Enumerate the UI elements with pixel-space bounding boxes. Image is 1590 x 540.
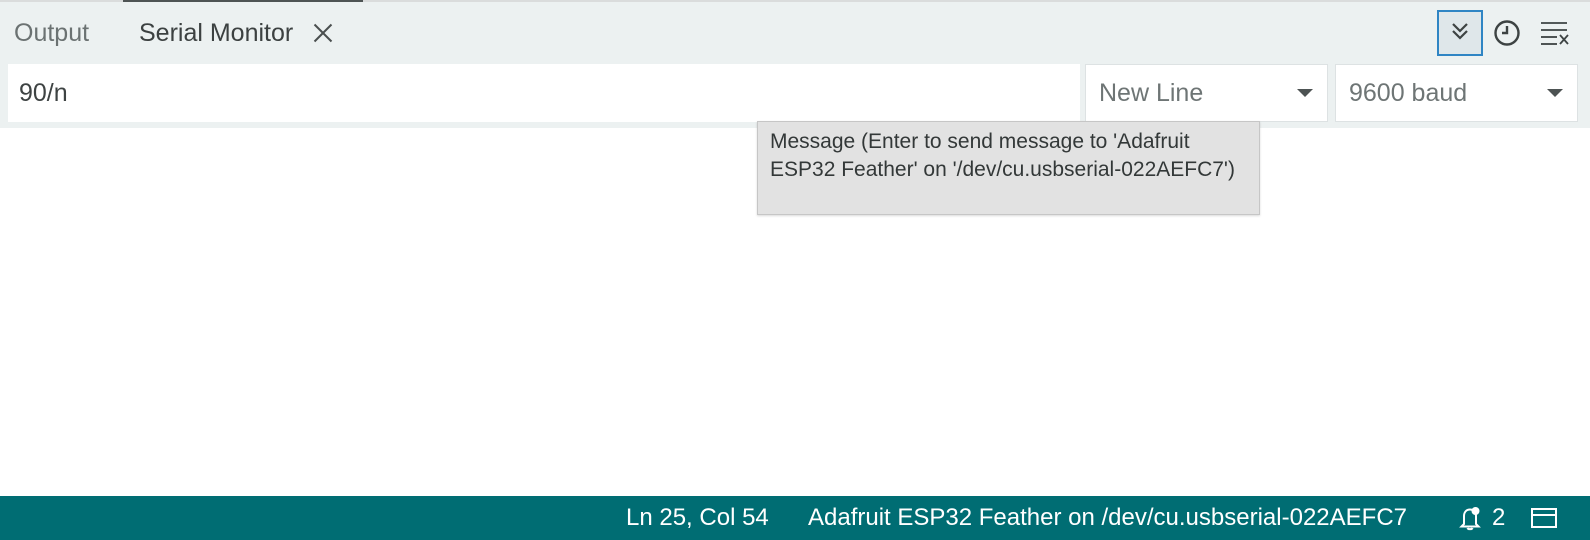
autoscroll-button[interactable] [1437,10,1483,56]
serial-toolbar: New Line 9600 baud [0,64,1590,128]
notification-count: 2 [1492,504,1506,531]
status-bar: Ln 25, Col 54 Adafruit ESP32 Feather on … [0,496,1590,540]
toggle-panel-button[interactable] [1530,496,1558,540]
message-input[interactable] [8,64,1080,122]
tab-serial-monitor[interactable]: Serial Monitor [123,0,363,64]
chevrons-down-icon [1452,23,1468,40]
panel-layout-icon [1531,508,1557,528]
clock-icon [1494,20,1520,46]
chevron-down-icon [1297,89,1313,97]
baud-rate-value: 9600 baud [1349,78,1468,107]
baud-rate-select[interactable]: 9600 baud [1335,64,1578,122]
toggle-timestamp-button[interactable] [1484,10,1530,56]
tab-serial-monitor-label: Serial Monitor [139,18,294,47]
chevron-down-icon [1547,89,1563,97]
line-ending-value: New Line [1099,78,1204,107]
close-icon[interactable] [311,21,335,45]
serial-monitor-panel: Output Serial Monitor 90/n New Line 9600… [0,0,1590,540]
notifications-button[interactable]: 2 [1458,496,1505,540]
bell-icon [1459,507,1481,531]
line-ending-select[interactable]: New Line [1085,64,1328,122]
message-tooltip: Message (Enter to send message to 'Adafr… [757,121,1260,215]
tab-output[interactable]: Output [14,2,89,64]
clear-output-icon [1541,22,1569,45]
clear-output-button[interactable] [1532,10,1578,56]
panel-header: Output Serial Monitor [0,0,1590,64]
cursor-position[interactable]: Ln 25, Col 54 [626,496,769,540]
tab-output-label: Output [14,18,90,47]
board-port-status[interactable]: Adafruit ESP32 Feather on /dev/cu.usbser… [808,496,1407,540]
